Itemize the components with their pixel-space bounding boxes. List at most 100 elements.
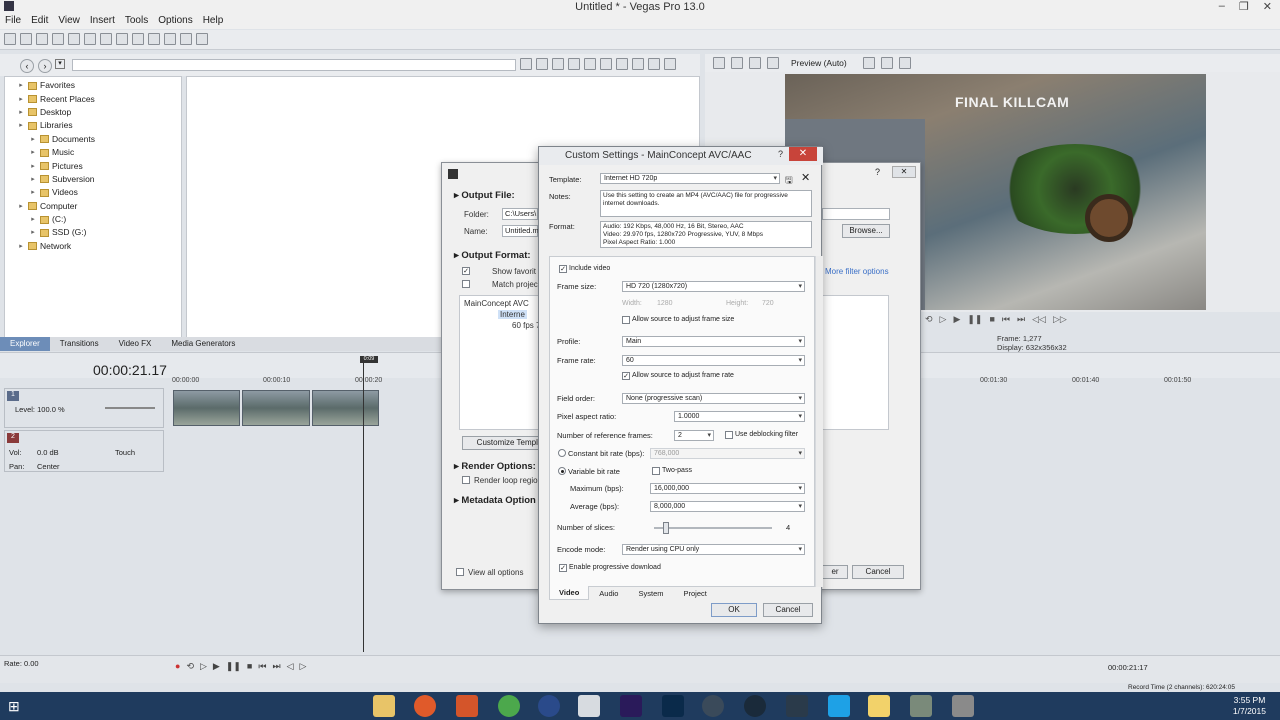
help-icon[interactable]: ? (778, 149, 783, 159)
minimize-icon[interactable]: – (1219, 0, 1225, 13)
video-clip-thumb[interactable] (311, 390, 379, 426)
open-icon[interactable] (20, 33, 32, 45)
stop-icon[interactable] (600, 58, 612, 70)
format-item[interactable]: MainConcept AVC (464, 299, 529, 308)
photoshop-icon[interactable] (662, 695, 684, 717)
progressive-download-checkbox[interactable]: ✓ (559, 564, 567, 572)
utorrent-icon[interactable] (702, 695, 724, 717)
cancel-button[interactable]: Cancel (852, 565, 904, 579)
expand-arrow-icon[interactable]: ▸ (17, 119, 25, 132)
profile-dropdown[interactable]: Main (622, 336, 805, 347)
close-icon[interactable]: ✕ (789, 147, 817, 161)
expand-arrow-icon[interactable]: ▸ (29, 213, 37, 226)
origin-icon[interactable] (414, 695, 436, 717)
include-video-checkbox[interactable]: ✓ (559, 265, 567, 273)
tab-video[interactable]: Video (549, 586, 590, 600)
views-icon[interactable]: ▾ (55, 59, 65, 69)
level-slider[interactable] (105, 407, 155, 409)
folder-field[interactable]: C:\Users\ (502, 208, 538, 220)
help-pointer-icon[interactable] (196, 33, 208, 45)
frame-size-dropdown[interactable]: HD 720 (1280x720) (622, 281, 805, 292)
tree-item[interactable]: ▸ (C:) (5, 213, 181, 226)
enable-snapping-icon[interactable] (180, 33, 192, 45)
split-screen-icon[interactable] (767, 57, 779, 69)
explorer-address-bar[interactable] (72, 59, 516, 71)
video-clip-thumb[interactable] (242, 390, 310, 426)
stop-icon[interactable]: ■ (247, 661, 252, 672)
back-icon[interactable]: ‹ (20, 59, 34, 73)
expand-arrow-icon[interactable]: ▸ (17, 93, 25, 106)
tree-item[interactable]: ▸ Desktop (5, 106, 181, 119)
menu-tools[interactable]: Tools (125, 15, 148, 29)
file-explorer-icon[interactable] (373, 695, 395, 717)
pixel-aspect-ratio-dropdown[interactable]: 1.0000 (674, 411, 805, 422)
video-clip-thumb[interactable] (173, 390, 241, 426)
paste-icon[interactable] (132, 33, 144, 45)
format-template-item[interactable]: Interne (498, 310, 527, 319)
frame-rate-dropdown[interactable]: 60 (622, 355, 805, 366)
slices-slider-track[interactable] (654, 527, 772, 529)
encode-mode-dropdown[interactable]: Render using CPU only (622, 544, 805, 555)
view-all-options-checkbox[interactable] (456, 568, 464, 576)
next-frame-icon[interactable]: ⏭ (1017, 314, 1025, 330)
prev-frame-icon[interactable]: ◁ (287, 661, 294, 672)
save-icon[interactable] (36, 33, 48, 45)
record-icon[interactable]: ● (175, 661, 180, 672)
slices-slider-thumb[interactable] (663, 522, 670, 534)
menu-view[interactable]: View (58, 15, 80, 29)
allow-frame-rate-checkbox[interactable]: ✓ (622, 372, 630, 380)
preview-quality-dropdown[interactable]: Preview (Auto) (791, 58, 847, 68)
tab-media-generators[interactable]: Media Generators (161, 337, 245, 351)
tab-video-fx[interactable]: Video FX (109, 337, 162, 351)
variable-bitrate-radio[interactable] (558, 467, 566, 475)
folder-dropdown[interactable] (822, 208, 890, 220)
system-clock[interactable]: 3:55 PM 1/7/2015 (1233, 695, 1266, 717)
audio-track-header[interactable]: 2 Vol: 0.0 dB Pan: Center Touch (4, 430, 164, 472)
menu-insert[interactable]: Insert (90, 15, 115, 29)
loop-playback-icon[interactable]: ⟲ (186, 661, 194, 672)
new-icon[interactable] (4, 33, 16, 45)
prev-frame-icon[interactable]: ⏮ (1002, 314, 1010, 330)
tree-item[interactable]: ▸ Computer (5, 200, 181, 213)
forward-icon[interactable]: › (38, 59, 52, 73)
expand-arrow-icon[interactable]: ▸ (17, 240, 25, 253)
automation-mode[interactable]: Touch (115, 448, 135, 457)
tab-project[interactable]: Project (674, 586, 717, 600)
external-monitor-icon[interactable] (731, 57, 743, 69)
expand-arrow-icon[interactable]: ▸ (17, 106, 25, 119)
reference-frames-field[interactable]: 2 (674, 430, 714, 441)
allow-frame-size-checkbox[interactable] (622, 316, 630, 324)
cut-icon[interactable] (100, 33, 112, 45)
two-pass-checkbox[interactable] (652, 467, 660, 475)
field-order-dropdown[interactable]: None (progressive scan) (622, 393, 805, 404)
more-filter-options-link[interactable]: More filter options (825, 267, 889, 276)
teamspeak-icon[interactable] (538, 695, 560, 717)
max-bitrate-dropdown[interactable]: 16,000,000 (650, 483, 805, 494)
tab-transitions[interactable]: Transitions (50, 337, 109, 351)
play-icon[interactable]: ▶ (953, 314, 960, 330)
restore-icon[interactable]: ❐ (1239, 0, 1249, 13)
expand-arrow-icon[interactable]: ▸ (17, 79, 25, 92)
view-mode-icon[interactable] (664, 58, 676, 70)
video-track-header[interactable]: 1 Level: 100.0 % (4, 388, 164, 428)
after-effects-icon[interactable] (620, 695, 642, 717)
copy-icon[interactable] (116, 33, 128, 45)
tree-item[interactable]: ▸ Pictures (5, 159, 181, 172)
windows-start-icon[interactable]: ⊞ (8, 698, 24, 714)
tab-explorer[interactable]: Explorer (0, 337, 50, 351)
auto-preview-icon[interactable] (616, 58, 628, 70)
tab-system[interactable]: System (628, 586, 673, 600)
browse-button[interactable]: Browse... (842, 224, 890, 238)
play-from-start-icon[interactable]: ▷ (940, 314, 947, 330)
next-frame-icon[interactable]: ▷ (300, 661, 307, 672)
pause-icon[interactable]: ❚❚ (967, 314, 982, 330)
step-forward-icon[interactable]: ▷▷ (1053, 314, 1067, 330)
expand-arrow-icon[interactable]: ▸ (17, 200, 25, 213)
properties-icon[interactable] (84, 33, 96, 45)
notes-icon[interactable] (868, 695, 890, 717)
vegas-taskbar-icon[interactable] (578, 695, 600, 717)
show-favorites-checkbox[interactable]: ✓ (462, 267, 470, 275)
record-icon[interactable] (632, 58, 644, 70)
render-button[interactable]: er (822, 565, 848, 579)
render-loop-checkbox[interactable] (462, 476, 470, 484)
